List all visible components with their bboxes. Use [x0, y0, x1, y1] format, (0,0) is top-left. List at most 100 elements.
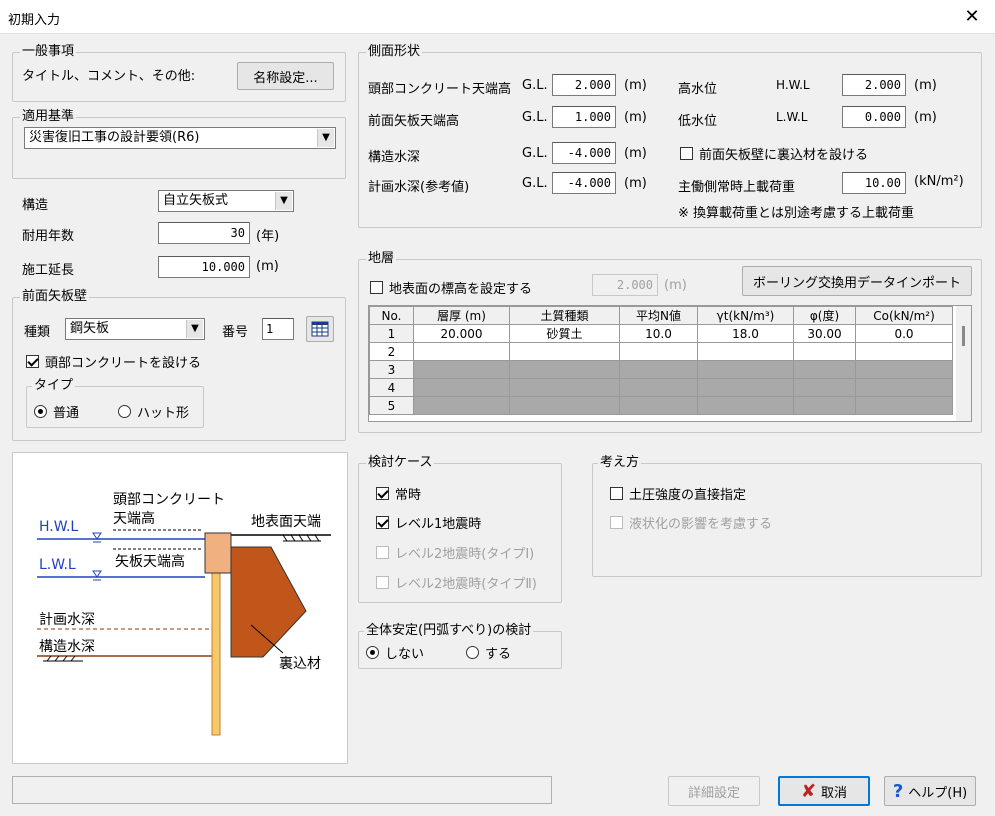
head-top-input[interactable]: 2.000: [552, 74, 616, 96]
row-number[interactable]: 2: [369, 342, 414, 361]
number-input[interactable]: 1: [262, 318, 294, 340]
backfill-checkbox[interactable]: [680, 147, 693, 160]
cell-cohesion[interactable]: 0.0: [855, 324, 953, 343]
load-input[interactable]: 10.00: [842, 172, 906, 194]
strata-table: No. 層厚 (m) 土質種類 平均N値 γt(kN/m³) φ(度) Co(k…: [369, 306, 953, 415]
table-row: 5: [369, 396, 953, 415]
cancel-button[interactable]: ✘ 取消: [778, 776, 870, 806]
structure-value: 自立矢板式: [163, 193, 229, 208]
diagram-hwl-label: H.W.L: [39, 519, 79, 535]
chevron-down-icon[interactable]: ▼: [317, 129, 334, 147]
type-hat-radio[interactable]: [118, 405, 131, 418]
status-bar: [12, 776, 552, 804]
cell-n-value[interactable]: [619, 342, 698, 361]
direct-row[interactable]: 土圧強度の直接指定: [610, 484, 746, 503]
header-soil-type: 土質種類: [509, 306, 620, 325]
chevron-down-icon[interactable]: ▼: [186, 320, 203, 338]
struct-depth-gl: G.L.: [522, 146, 548, 161]
case-normal-row[interactable]: 常時: [376, 484, 421, 503]
struct-depth-input[interactable]: -4.000: [552, 142, 616, 164]
diagram-head-label-2: 天端高: [113, 511, 155, 527]
detail-settings-button: 詳細設定: [668, 776, 760, 806]
header-gamma: γt(kN/m³): [697, 306, 794, 325]
case-normal-checkbox[interactable]: [376, 487, 389, 500]
cell-phi[interactable]: [793, 342, 856, 361]
kind-select[interactable]: 鋼矢板 ▼: [65, 318, 205, 340]
direct-checkbox[interactable]: [610, 487, 623, 500]
window-title: 初期入力: [8, 13, 61, 28]
hwl-label: 高水位: [678, 82, 718, 97]
table-row[interactable]: 1 20.000 砂質土 10.0 18.0 30.00 0.0: [369, 324, 953, 343]
type-normal-radio[interactable]: [34, 405, 47, 418]
backfill-label: 前面矢板壁に裏込材を設ける: [699, 148, 869, 163]
stability-yes-row[interactable]: する: [466, 643, 511, 662]
type-hat-label: ハット形: [137, 406, 190, 421]
calendar-table-button[interactable]: [306, 316, 334, 342]
standard-group-label: 適用基準: [20, 109, 77, 124]
case-l2a-row: レベル2地震時(タイプⅠ): [376, 543, 534, 562]
header-phi: φ(度): [793, 306, 856, 325]
header-thickness: 層厚 (m): [413, 306, 510, 325]
kind-value: 鋼矢板: [70, 321, 110, 336]
plan-depth-input[interactable]: -4.000: [552, 172, 616, 194]
head-concrete-checkbox[interactable]: [26, 355, 39, 368]
chevron-down-icon[interactable]: ▼: [275, 192, 292, 210]
lwl-tag: L.W.L: [776, 110, 808, 124]
name-settings-button[interactable]: 名称設定...: [237, 62, 334, 90]
life-input[interactable]: 30: [158, 222, 250, 244]
case-l1-row[interactable]: レベル1地震時: [376, 513, 481, 532]
surface-checkbox-row[interactable]: 地表面の標高を設定する: [370, 278, 532, 297]
plan-depth-gl: G.L.: [522, 176, 548, 191]
cell-n-value[interactable]: 10.0: [619, 324, 698, 343]
help-button[interactable]: ? ヘルプ(H): [884, 776, 976, 806]
stability-group-label: 全体安定(円弧すべり)の検討: [364, 623, 534, 638]
backfill-checkbox-row[interactable]: 前面矢板壁に裏込材を設ける: [680, 144, 868, 163]
case-l2b-checkbox: [376, 576, 389, 589]
diagram-lwl-label: L.W.L: [39, 557, 76, 573]
table-scrollbar[interactable]: [956, 306, 971, 421]
case-l1-checkbox[interactable]: [376, 516, 389, 529]
close-icon[interactable]: ✕: [958, 4, 986, 30]
stability-no-row[interactable]: しない: [366, 643, 424, 662]
length-input[interactable]: 10.000: [158, 256, 250, 278]
cell-gamma[interactable]: 18.0: [697, 324, 794, 343]
cell-gamma[interactable]: [697, 342, 794, 361]
liquefaction-label: 液状化の影響を考慮する: [629, 517, 773, 532]
structure-select[interactable]: 自立矢板式 ▼: [158, 190, 294, 212]
table-row[interactable]: 2: [369, 342, 953, 361]
header-n-value: 平均N値: [619, 306, 698, 325]
general-group-label: 一般事項: [20, 44, 77, 59]
load-unit: (kN/m²): [914, 174, 964, 189]
head-top-unit: (m): [624, 78, 647, 93]
stability-yes-radio[interactable]: [466, 646, 479, 659]
row-number[interactable]: 1: [369, 324, 414, 343]
hwl-input[interactable]: 2.000: [842, 74, 906, 96]
surface-input[interactable]: 2.000: [592, 274, 658, 296]
cell-soil-type[interactable]: 砂質土: [509, 324, 620, 343]
table-icon: [311, 321, 329, 337]
case-l2a-checkbox: [376, 546, 389, 559]
type-normal-radio-row[interactable]: 普通: [34, 402, 79, 421]
title-bar: 初期入力 ✕: [0, 0, 995, 34]
header-no: No.: [369, 306, 414, 325]
hwl-tag: H.W.L: [776, 78, 810, 92]
cell-cohesion[interactable]: [855, 342, 953, 361]
cell-soil-type[interactable]: [509, 342, 620, 361]
lwl-label: 低水位: [678, 114, 718, 129]
surface-checkbox[interactable]: [370, 281, 383, 294]
boring-import-button[interactable]: ボーリング交換用データインポート: [742, 266, 972, 296]
surface-unit: (m): [664, 278, 687, 293]
standard-select[interactable]: 災害復旧工事の設計要領(R6) ▼: [24, 127, 336, 149]
cell-thickness[interactable]: [413, 342, 510, 361]
stability-no-radio[interactable]: [366, 646, 379, 659]
head-concrete-checkbox-row[interactable]: 頭部コンクリートを設ける: [26, 352, 201, 371]
cell-phi[interactable]: 30.00: [793, 324, 856, 343]
diagram-struct-depth-label: 構造水深: [39, 639, 95, 655]
cell-thickness[interactable]: 20.000: [413, 324, 510, 343]
head-concrete: [204, 532, 232, 574]
type-hat-radio-row[interactable]: ハット形: [118, 402, 189, 421]
struct-depth-unit: (m): [624, 146, 647, 161]
lwl-input[interactable]: 0.000: [842, 106, 906, 128]
scrollbar-thumb[interactable]: [962, 326, 965, 346]
sheet-top-input[interactable]: 1.000: [552, 106, 616, 128]
